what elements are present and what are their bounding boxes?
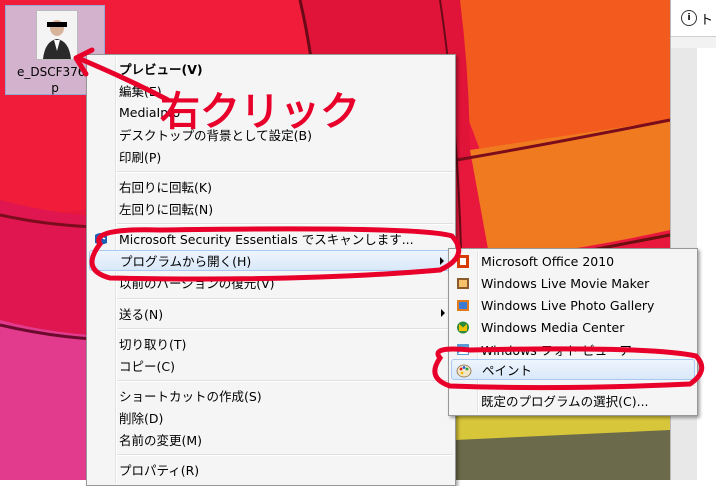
menu-item-create-shortcut[interactable]: ショートカットの作成(S) bbox=[89, 385, 453, 406]
menu-item-security-essentials-scan[interactable]: Microsoft Security Essentials でスキャンします..… bbox=[89, 228, 453, 249]
photo-thumbnail bbox=[36, 10, 78, 60]
menu-separator bbox=[479, 385, 695, 387]
photo-gallery-icon bbox=[457, 300, 469, 311]
menu-separator bbox=[117, 380, 453, 382]
submenu-item-media-center[interactable]: Windows Media Center bbox=[451, 317, 695, 338]
media-center-icon bbox=[457, 321, 469, 334]
menu-item-cut[interactable]: 切り取り(T) bbox=[89, 333, 453, 354]
menu-item-print[interactable]: 印刷(P) bbox=[89, 146, 453, 167]
open-with-submenu[interactable]: Microsoft Office 2010 Windows Live Movie… bbox=[448, 248, 698, 416]
submenu-arrow-icon bbox=[440, 257, 444, 265]
menu-separator bbox=[117, 328, 453, 330]
menu-item-rename[interactable]: 名前の変更(M) bbox=[89, 429, 453, 450]
window-titlebar[interactable]: i ト bbox=[671, 0, 716, 37]
security-essentials-icon bbox=[95, 233, 107, 245]
submenu-item-choose-default-program[interactable]: 既定のプログラムの選択(C)... bbox=[451, 390, 695, 411]
menu-item-edit[interactable]: 編集(E) bbox=[89, 80, 453, 101]
menu-item-restore-previous-versions[interactable]: 以前のバージョンの復元(V) bbox=[89, 272, 453, 293]
menu-separator bbox=[117, 454, 453, 456]
menu-item-copy[interactable]: コピー(C) bbox=[89, 355, 453, 376]
submenu-item-photo-gallery[interactable]: Windows Live Photo Gallery bbox=[451, 295, 695, 316]
menu-item-mediainfo[interactable]: MediaInfo bbox=[89, 102, 453, 123]
menu-separator bbox=[117, 298, 453, 300]
submenu-item-office[interactable]: Microsoft Office 2010 bbox=[451, 251, 695, 272]
menu-separator bbox=[117, 171, 453, 173]
info-icon: i bbox=[681, 10, 697, 26]
menu-item-set-desktop-background[interactable]: デスクトップの背景として設定(B) bbox=[89, 124, 453, 145]
menu-item-preview[interactable]: プレビュー(V) bbox=[89, 58, 453, 79]
paint-icon bbox=[456, 364, 472, 378]
submenu-item-paint[interactable]: ペイント bbox=[451, 359, 695, 380]
window-title: ト bbox=[700, 12, 714, 28]
window-content bbox=[697, 48, 716, 480]
submenu-arrow-icon bbox=[441, 309, 445, 317]
office-icon bbox=[457, 255, 469, 268]
submenu-item-photo-viewer[interactable]: Windows フォト ビューアー bbox=[451, 339, 695, 360]
menu-item-open-with[interactable]: プログラムから開く(H) bbox=[89, 250, 453, 271]
photo-viewer-icon bbox=[457, 344, 469, 355]
menu-item-properties[interactable]: プロパティ(R) bbox=[89, 459, 453, 480]
movie-maker-icon bbox=[457, 278, 469, 289]
menu-separator bbox=[117, 223, 453, 225]
submenu-item-movie-maker[interactable]: Windows Live Movie Maker bbox=[451, 273, 695, 294]
menu-item-send-to[interactable]: 送る(N) bbox=[89, 303, 453, 324]
menu-item-rotate-left[interactable]: 左回りに回転(N) bbox=[89, 198, 453, 219]
menu-item-rotate-right[interactable]: 右回りに回転(K) bbox=[89, 176, 453, 197]
menu-item-delete[interactable]: 削除(D) bbox=[89, 407, 453, 428]
context-menu[interactable]: プレビュー(V) 編集(E) MediaInfo デスクトップの背景として設定(… bbox=[86, 54, 456, 486]
